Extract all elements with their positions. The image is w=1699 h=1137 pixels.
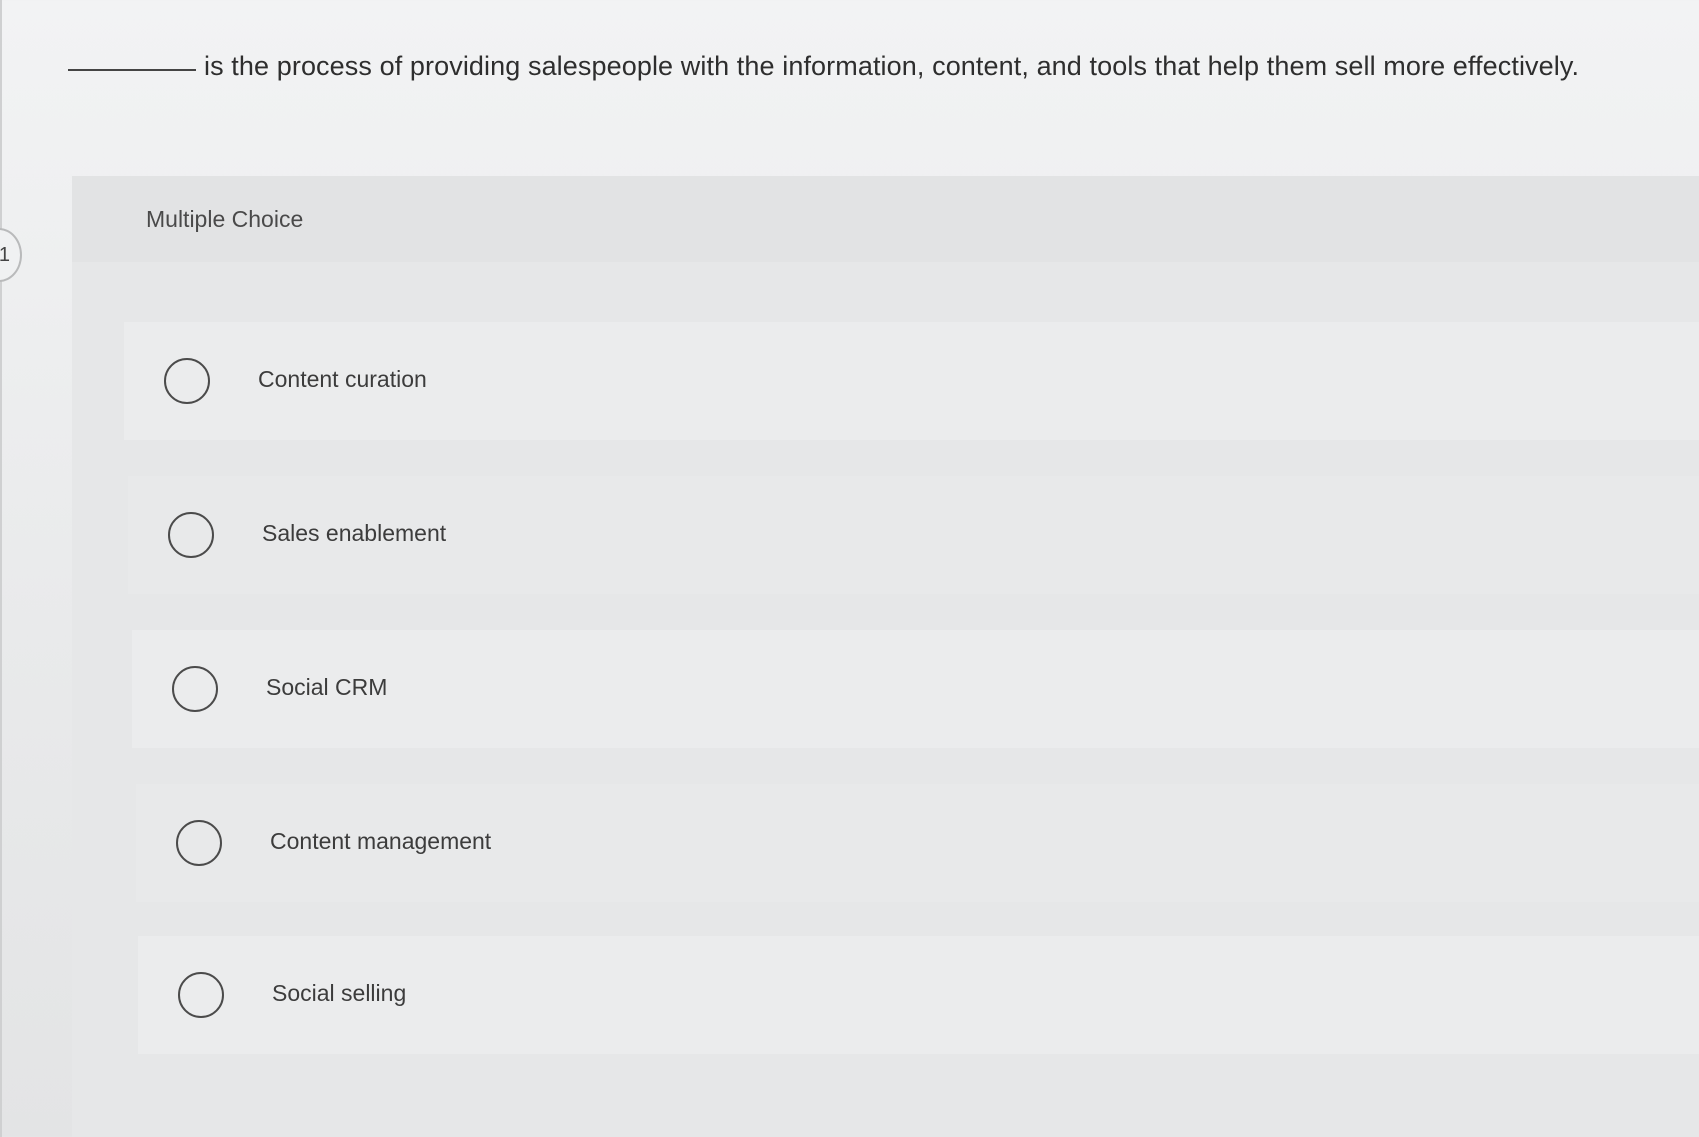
question-prompt: is the process of providing salespeople … [68,46,1668,86]
choice-label: Content curation [258,366,427,392]
question-text: is the process of providing salespeople … [204,51,1580,81]
quiz-page: 1 is the process of providing salespeopl… [0,0,1699,1137]
question-number: 1 [0,243,10,266]
left-border [0,0,2,1137]
radio-button[interactable] [168,512,214,558]
choice-label: Social CRM [266,674,388,700]
radio-button[interactable] [164,358,210,404]
choice-option-social-selling[interactable]: Social selling [138,936,1699,1054]
radio-button[interactable] [178,972,224,1018]
choice-option-content-management[interactable]: Content management [136,784,1699,902]
radio-button[interactable] [172,666,218,712]
answer-panel: Multiple Choice Content curation Sales e… [72,176,1699,1137]
fill-in-blank [68,69,196,71]
choice-label: Sales enablement [262,520,447,546]
radio-button[interactable] [176,820,222,866]
answer-panel-header: Multiple Choice [72,176,1699,262]
choice-label: Social selling [272,980,407,1006]
question-number-badge: 1 [0,228,22,282]
question-type-label: Multiple Choice [146,206,304,232]
choice-option-sales-enablement[interactable]: Sales enablement [128,476,1699,594]
choice-option-content-curation[interactable]: Content curation [124,322,1699,440]
choice-label: Content management [270,828,492,854]
choice-option-social-crm[interactable]: Social CRM [132,630,1699,748]
